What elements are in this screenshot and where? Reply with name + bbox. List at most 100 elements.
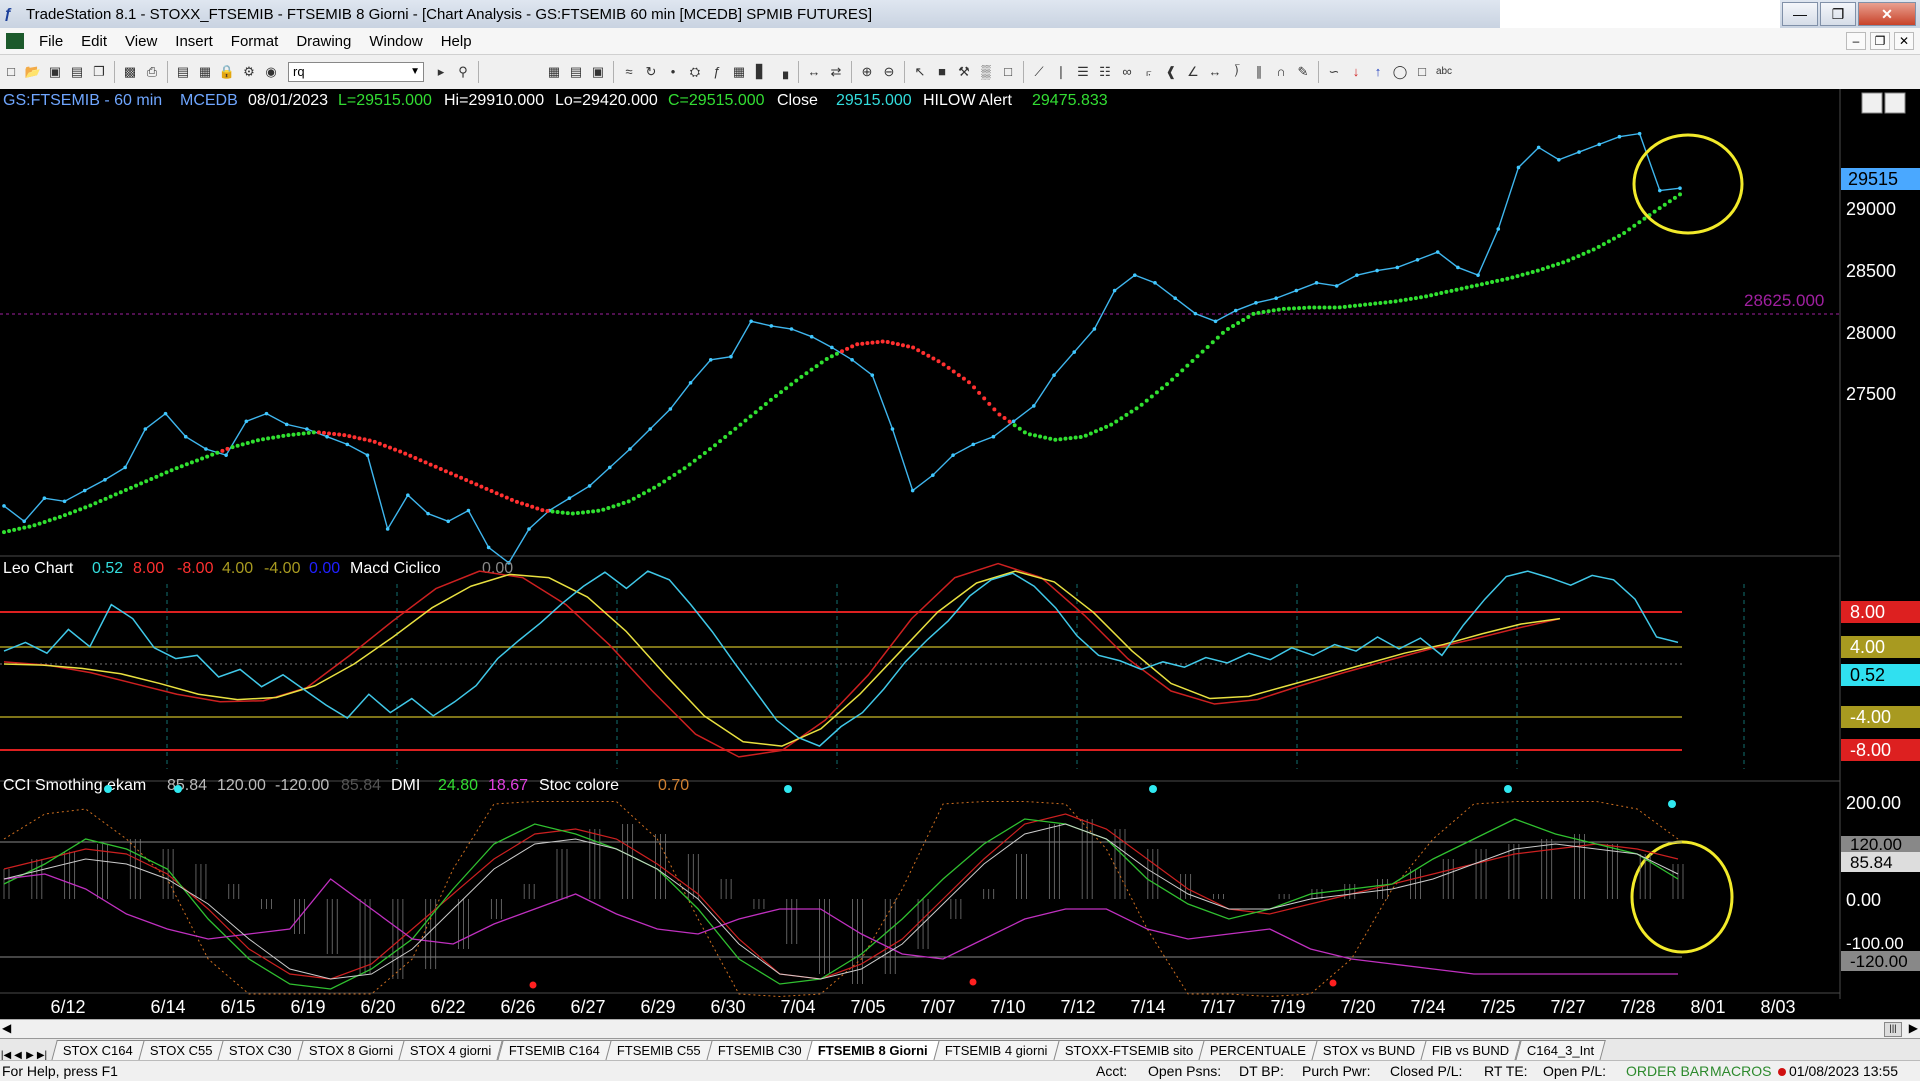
grid-icon[interactable]: ▦ [544,62,564,82]
menu-file[interactable]: File [30,33,72,50]
symbol-input[interactable]: rq ▼ [288,62,424,82]
menu-edit[interactable]: Edit [72,33,116,50]
save-all-icon[interactable]: ▣ [45,62,65,82]
channel-icon[interactable]: ⟌ [1227,62,1247,82]
mdi-restore-button[interactable]: ❐ [1870,32,1890,50]
settings-icon[interactable]: ⛭ [685,62,705,82]
rectangle-icon[interactable]: □ [1412,62,1432,82]
globe-icon[interactable]: ◉ [261,62,281,82]
horizontal-scrollbar[interactable]: ◀ ||| ▶ [0,1019,1920,1038]
chart-analysis-window[interactable]: GS:FTSEMIB - 60 min MCEDB 08/01/2023 L=2… [0,89,1920,1019]
workspace-icon[interactable]: ▤ [67,62,87,82]
snap-icon[interactable]: □ [998,62,1018,82]
extend-icon[interactable]: ↔ [1205,62,1225,82]
tab-c164-3-int[interactable]: C164_3_Int [1514,1040,1606,1061]
tab-stox-8-giorni[interactable]: STOX 8 Giorni [297,1040,406,1061]
open-icon[interactable]: 📂 [23,62,43,82]
price-point [1658,188,1662,193]
bars-icon[interactable]: ▦ [729,62,749,82]
tab-ftsemib-c30[interactable]: FTSEMIB C30 [705,1040,814,1061]
scroll-right-icon[interactable]: ▶ [1909,1021,1918,1035]
tab-stox-vs-bund[interactable]: STOX vs BUND [1311,1040,1428,1061]
print-icon[interactable]: ⎙ [142,62,162,82]
tab-stox-c55[interactable]: STOX C55 [138,1040,225,1061]
line-icon[interactable]: ▗ [773,62,793,82]
find-icon[interactable]: ⚲ [453,62,473,82]
percent-lines-icon[interactable]: ☷ [1095,62,1115,82]
window-cascade-icon[interactable]: ▦ [195,62,215,82]
tab-fib-vs-bund[interactable]: FIB vs BUND [1420,1040,1522,1061]
refresh-icon[interactable]: ↻ [641,62,661,82]
minimize-button[interactable]: — [1782,2,1818,26]
fib-icon[interactable]: ∞ [1117,62,1137,82]
scroll-thumb[interactable]: ||| [1884,1022,1902,1037]
tab-ftsemib-c55[interactable]: FTSEMIB C55 [605,1040,713,1061]
compress-icon[interactable]: ⇄ [826,62,846,82]
tool-icon[interactable]: ⚒ [954,62,974,82]
mdi-minimize-button[interactable]: – [1846,32,1866,50]
zoom-in-icon[interactable]: ⊕ [857,62,877,82]
vertical-lines-icon[interactable]: ❘ [1051,62,1071,82]
bullet-icon[interactable]: • [663,62,683,82]
fan-icon[interactable]: ∠ [1183,62,1203,82]
arc-icon[interactable]: ∩ [1271,62,1291,82]
new-icon[interactable]: □ [1,62,21,82]
status-order-bar[interactable]: ORDER BAR [1626,1061,1709,1081]
arrow-up-icon[interactable]: ↑ [1368,62,1388,82]
gann-icon[interactable]: ⟔ [1139,62,1159,82]
close-button[interactable]: ✕ [1858,2,1916,26]
ellipse-icon[interactable]: ◯ [1390,62,1410,82]
menu-help[interactable]: Help [432,33,481,50]
menu-view[interactable]: View [116,33,166,50]
restore-button[interactable]: ❐ [1820,2,1856,26]
menu-format[interactable]: Format [222,33,288,50]
tab-ftsemib-8-giorni[interactable]: FTSEMIB 8 Giorni [806,1040,941,1061]
data-tip-icon[interactable]: ■ [932,62,952,82]
pencil-icon[interactable]: ✎ [1293,62,1313,82]
tools-icon[interactable]: ⚙ [239,62,259,82]
menu-window[interactable]: Window [360,33,431,50]
candles-icon[interactable]: ▋ [751,62,771,82]
sheet-icon[interactable]: ▣ [588,62,608,82]
menu-insert[interactable]: Insert [166,33,222,50]
status-macros[interactable]: MACROS [1710,1061,1771,1081]
table-icon[interactable]: ▤ [566,62,586,82]
mdi-close-button[interactable]: ✕ [1894,32,1914,50]
chart-icon[interactable]: ≈ [619,62,639,82]
window-tile-icon[interactable]: ▤ [173,62,193,82]
scroll-left-icon[interactable]: ◀ [2,1021,11,1035]
play-icon[interactable]: ▸ [431,62,451,82]
chevron-down-icon[interactable]: ▼ [410,63,420,81]
print-preview-icon[interactable]: ▩ [120,62,140,82]
tab-stox-c164[interactable]: STOX C164 [51,1040,145,1061]
date-tick: 6/29 [640,997,675,1017]
tab-stox-4-giorni[interactable]: STOX 4 giorni [398,1040,504,1061]
tab-ftsemib-4-giorni[interactable]: FTSEMIB 4 giorni [933,1040,1060,1061]
copy-icon[interactable]: ❐ [89,62,109,82]
hilow-dot [1271,308,1276,313]
pointer-icon[interactable]: ↖ [910,62,930,82]
tab-ftsemib-c164[interactable]: FTSEMIB C164 [497,1040,612,1061]
ruler-icon[interactable]: ▒ [976,62,996,82]
chart-canvas[interactable]: GS:FTSEMIB - 60 min MCEDB 08/01/2023 L=2… [0,89,1920,1019]
price-point [1193,311,1198,316]
tab-stox-c30[interactable]: STOX C30 [217,1040,304,1061]
arrow-down-icon[interactable]: ↓ [1346,62,1366,82]
lock-icon[interactable]: 🔒 [217,62,237,82]
text-icon[interactable]: abc [1434,62,1454,82]
trendline-icon[interactable]: ⟋ [1029,62,1049,82]
chart-indicator-value: 29475.833 [1032,92,1108,109]
horizontal-lines-icon[interactable]: ☰ [1073,62,1093,82]
menu-drawing[interactable]: Drawing [287,33,360,50]
tab-stoxx-ftsemib-sito[interactable]: STOXX-FTSEMIB sito [1053,1040,1206,1061]
toolbar-separator [1023,61,1024,83]
pane-restore-button[interactable] [1884,92,1906,114]
curve-icon[interactable]: ∽ [1324,62,1344,82]
parallel-icon[interactable]: ∥ [1249,62,1269,82]
bar-spacing-icon[interactable]: ↔ [804,62,824,82]
indicator-icon[interactable]: ƒ [707,62,727,82]
pane-minimize-button[interactable] [1861,92,1883,114]
zoom-out-icon[interactable]: ⊖ [879,62,899,82]
andrews-icon[interactable]: ❰ [1161,62,1181,82]
tab-percentuale[interactable]: PERCENTUALE [1198,1040,1319,1061]
